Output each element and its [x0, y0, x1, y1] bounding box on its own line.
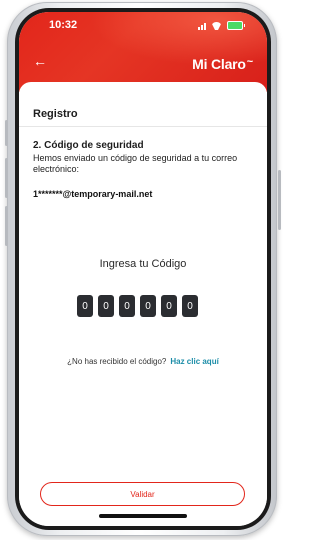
email-text: 1*******@temporary-mail.net: [33, 189, 153, 199]
resend-link[interactable]: Haz clic aquí: [170, 357, 218, 366]
code-prompt: Ingresa tu Código: [99, 258, 187, 270]
resend-question: ¿No has recibido el código?: [67, 357, 167, 366]
code-digit-input[interactable]: 0: [77, 295, 93, 317]
code-digit-input[interactable]: 0: [140, 295, 156, 317]
home-indicator[interactable]: [99, 514, 187, 518]
signal-icon: [198, 22, 206, 30]
wifi-icon: [211, 22, 222, 30]
page-title: Registro: [33, 108, 78, 120]
phone-screen: 10:32 ← Mi Claro~ Registro 2. Código de …: [19, 12, 267, 526]
back-arrow-icon[interactable]: ←: [33, 54, 51, 68]
app-header: 10:32 ← Mi Claro~: [19, 12, 267, 92]
code-digit-input[interactable]: 0: [119, 295, 135, 317]
brand-logo: Mi Claro~: [192, 56, 253, 72]
divider: [19, 126, 267, 127]
code-input-group: 0 0 0 0 0 0: [77, 295, 198, 317]
battery-icon: [227, 21, 245, 30]
status-bar: 10:32: [19, 12, 267, 36]
code-digit-input[interactable]: 0: [161, 295, 177, 317]
section-title: 2. Código de seguridad: [33, 140, 144, 151]
side-button: [5, 158, 8, 198]
code-digit-input[interactable]: 0: [182, 295, 198, 317]
brand-name: Mi Claro: [192, 56, 246, 72]
code-digit-input[interactable]: 0: [98, 295, 114, 317]
status-time: 10:32: [49, 19, 78, 31]
side-button: [5, 206, 8, 246]
side-button: [5, 120, 8, 146]
resend-row: ¿No has recibido el código? Haz clic aquí: [19, 357, 267, 366]
status-icons: [198, 20, 245, 30]
wave-icon: ~: [246, 56, 253, 68]
validate-button[interactable]: Validar: [40, 482, 245, 506]
side-button: [278, 170, 281, 230]
description-text: Hemos enviado un código de seguridad a t…: [33, 153, 238, 174]
